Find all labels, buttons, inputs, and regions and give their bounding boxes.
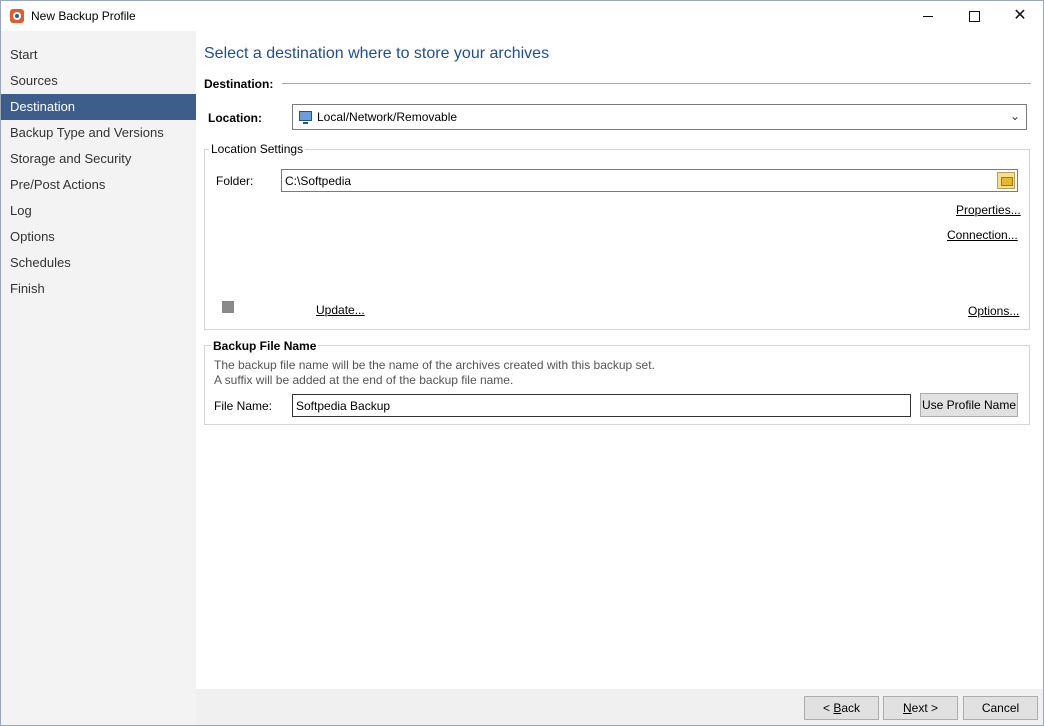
- wizard-footer: < Back Next > Cancel: [196, 689, 1043, 725]
- minimize-icon: [923, 15, 933, 17]
- maximize-button[interactable]: [951, 1, 997, 31]
- location-value: Local/Network/Removable: [317, 110, 458, 124]
- window-title: New Backup Profile: [31, 9, 136, 23]
- sidebar-item-backup-type[interactable]: Backup Type and Versions: [1, 120, 196, 146]
- back-accelerator: B: [833, 701, 842, 715]
- section-divider: [282, 83, 1031, 84]
- file-name-value: Softpedia Backup: [296, 399, 391, 413]
- cancel-button[interactable]: Cancel: [963, 696, 1038, 720]
- location-dropdown[interactable]: Local/Network/Removable ⌄: [292, 104, 1027, 130]
- use-profile-name-button[interactable]: Use Profile Name: [920, 393, 1018, 417]
- folder-value: C:\Softpedia: [285, 174, 352, 188]
- sidebar-item-log[interactable]: Log: [1, 198, 196, 224]
- backup-file-name-title: Backup File Name: [211, 339, 319, 353]
- sidebar-item-start[interactable]: Start: [1, 42, 196, 68]
- sidebar-item-sources[interactable]: Sources: [1, 68, 196, 94]
- folder-label: Folder:: [216, 174, 254, 188]
- page-title: Select a destination where to store your…: [204, 45, 550, 62]
- location-label: Location:: [208, 111, 262, 125]
- minimize-button[interactable]: [905, 1, 951, 31]
- chevron-down-icon: ⌄: [1009, 109, 1020, 123]
- file-name-input[interactable]: Softpedia Backup: [292, 394, 911, 417]
- location-settings-title: Location Settings: [209, 142, 306, 156]
- next-accelerator: N: [902, 701, 912, 715]
- next-button[interactable]: Next >: [883, 696, 958, 720]
- backup-file-description: The backup file name will be the name of…: [214, 358, 655, 372]
- options-link[interactable]: Options...: [968, 304, 1019, 318]
- app-logo-icon: [10, 9, 24, 23]
- sidebar-item-schedules[interactable]: Schedules: [1, 250, 196, 276]
- properties-link[interactable]: Properties...: [956, 203, 1021, 217]
- back-label-rest: ack: [841, 701, 861, 715]
- sidebar-item-storage-security[interactable]: Storage and Security: [1, 146, 196, 172]
- close-icon: ✕: [1013, 7, 1027, 24]
- monitor-icon: [299, 111, 312, 124]
- connection-link[interactable]: Connection...: [947, 228, 1018, 242]
- update-link[interactable]: Update...: [316, 303, 365, 317]
- wizard-sidebar: Start Sources Destination Backup Type an…: [1, 31, 196, 725]
- maximize-icon: [968, 10, 980, 22]
- folder-input[interactable]: C:\Softpedia: [281, 169, 1018, 192]
- back-prefix: <: [822, 701, 834, 715]
- sidebar-item-finish[interactable]: Finish: [1, 276, 196, 302]
- destination-section-label: Destination:: [204, 77, 274, 91]
- sidebar-item-destination[interactable]: Destination: [1, 94, 196, 120]
- backup-profile-window: New Backup Profile ✕ Start Sources Desti…: [0, 0, 1044, 726]
- back-button[interactable]: < Back: [804, 696, 879, 720]
- file-name-label: File Name:: [214, 399, 273, 413]
- browse-folder-icon[interactable]: [997, 172, 1015, 189]
- next-label-rest: ext >: [911, 701, 939, 715]
- sidebar-item-options[interactable]: Options: [1, 224, 196, 250]
- main-content: Select a destination where to store your…: [196, 31, 1043, 689]
- close-button[interactable]: ✕: [997, 1, 1043, 31]
- sidebar-item-pre-post-actions[interactable]: Pre/Post Actions: [1, 172, 196, 198]
- title-bar: New Backup Profile ✕: [1, 1, 1043, 31]
- disabled-checkbox[interactable]: [222, 301, 234, 313]
- backup-file-suffix-note: A suffix will be added at the end of the…: [214, 373, 514, 387]
